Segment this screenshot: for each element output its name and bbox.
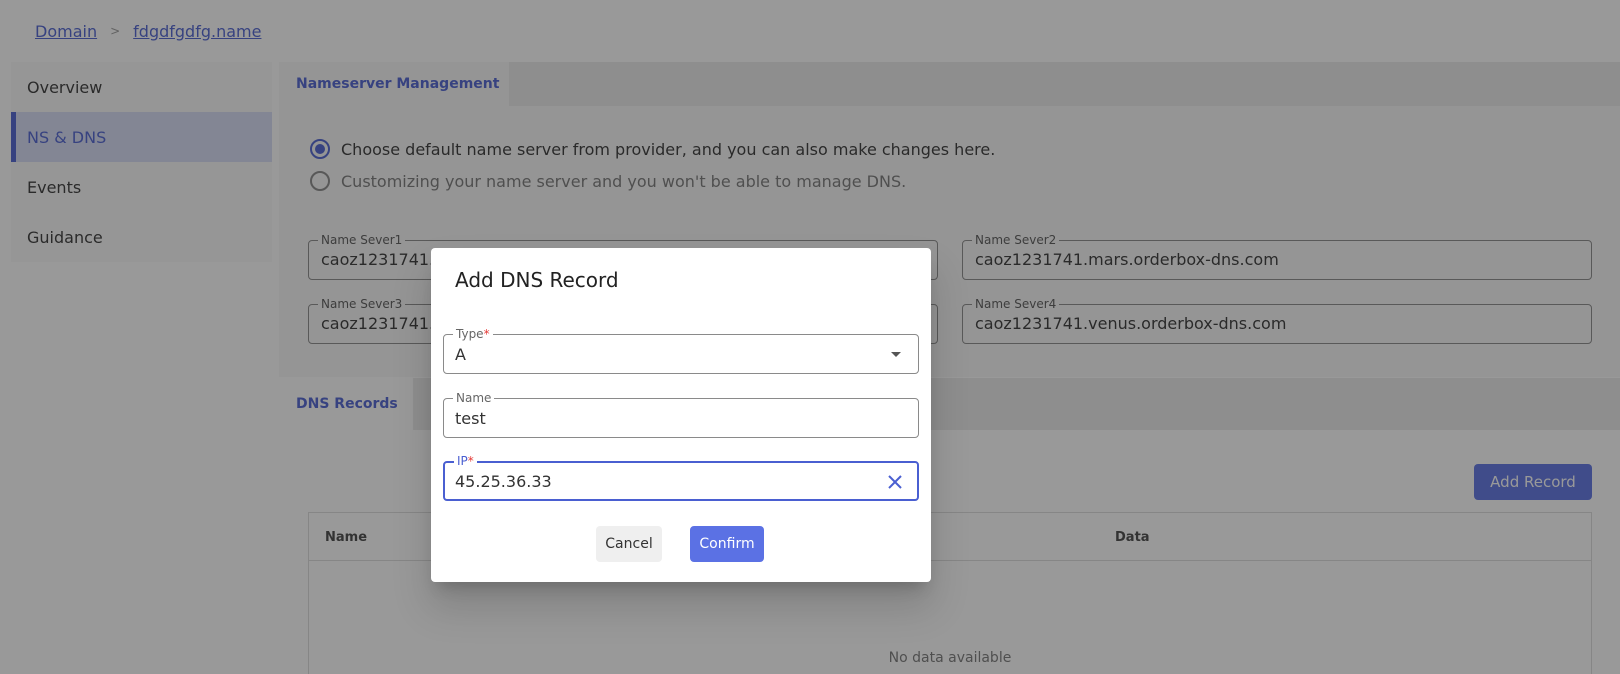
name-input[interactable]: Name test — [443, 391, 919, 438]
ip-value: 45.25.36.33 — [455, 472, 552, 491]
type-select[interactable]: Type* A — [443, 327, 919, 374]
cancel-button[interactable]: Cancel — [596, 526, 662, 562]
confirm-button[interactable]: Confirm — [690, 526, 764, 562]
type-value: A — [455, 345, 466, 364]
dropdown-arrow-icon[interactable] — [891, 352, 901, 357]
type-label: Type* — [453, 327, 493, 341]
name-value: test — [455, 409, 486, 428]
name-label: Name — [453, 391, 495, 405]
required-marker: * — [483, 327, 490, 341]
ip-label: IP* — [454, 454, 477, 468]
clear-icon[interactable] — [885, 472, 905, 492]
required-marker: * — [467, 454, 474, 468]
ip-input[interactable]: IP* 45.25.36.33 — [443, 454, 919, 501]
dialog-title: Add DNS Record — [455, 268, 619, 292]
add-dns-record-dialog: Add DNS Record Type* A Name test IP* 45.… — [431, 248, 931, 582]
